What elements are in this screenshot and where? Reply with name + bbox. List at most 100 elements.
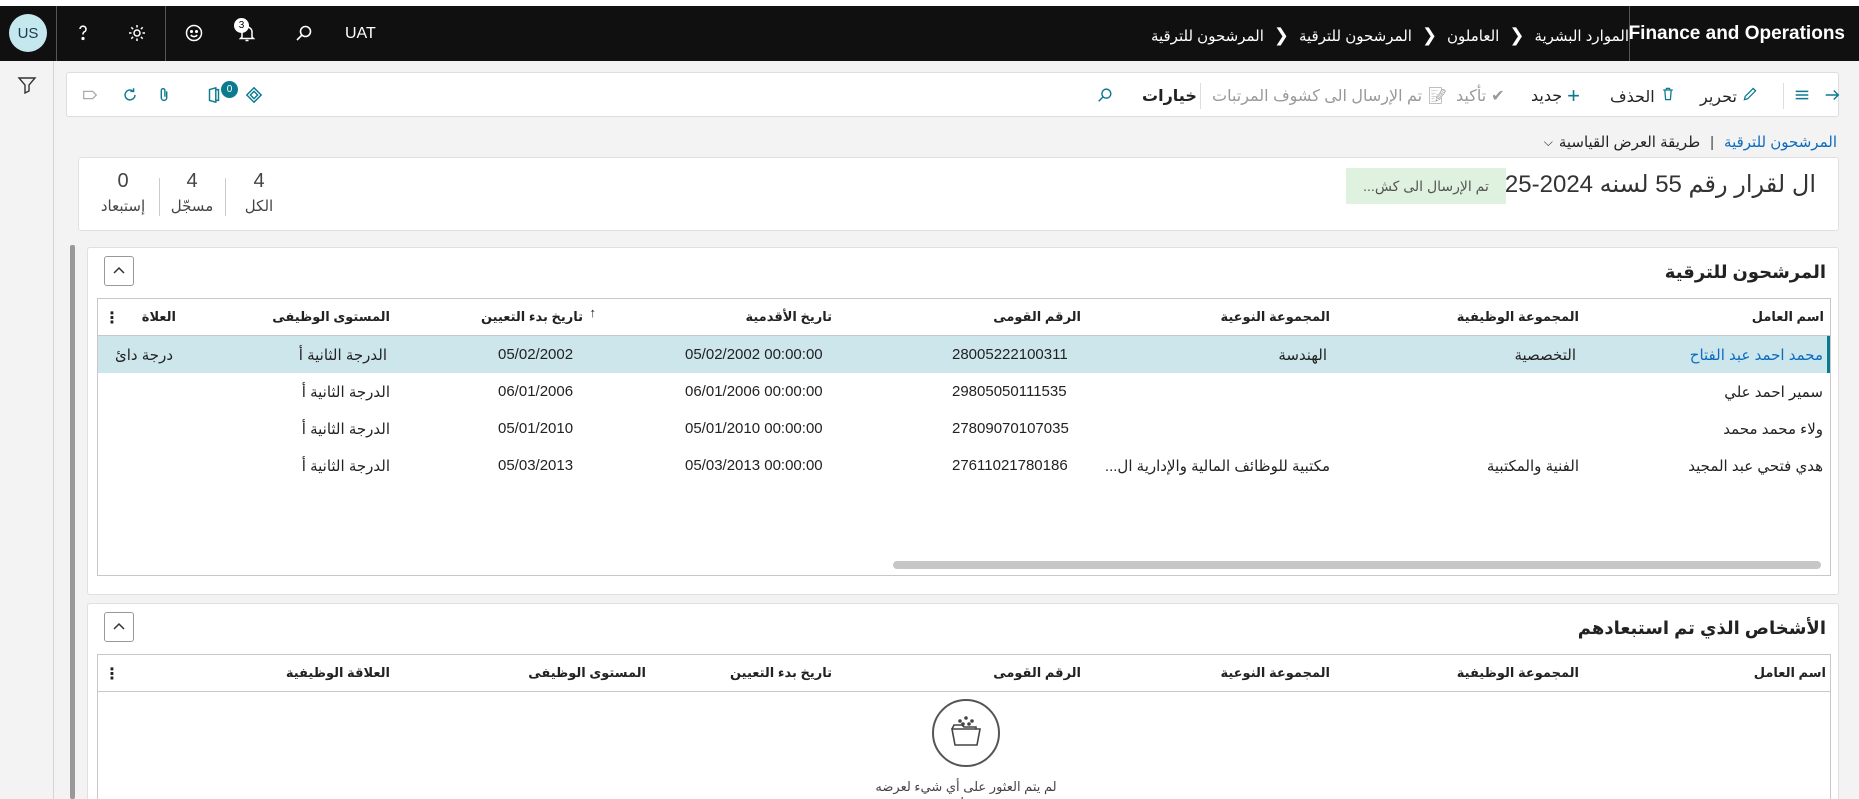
- column-options-icon[interactable]: ⋮: [104, 308, 120, 328]
- column-header-job-relation[interactable]: العلاقة الوظيفية: [286, 665, 390, 681]
- app-name[interactable]: Finance and Operations: [1629, 23, 1845, 45]
- kpi-label: مسجّل: [170, 198, 214, 215]
- column-header-national-id[interactable]: الرقم القومى: [993, 665, 1081, 681]
- column-header-job-group[interactable]: المجموعة الوظيفية: [1457, 665, 1579, 681]
- breadcrumb-item[interactable]: المرشحون للترقية: [1151, 27, 1264, 45]
- divider: [1200, 83, 1201, 109]
- table-row[interactable]: محمد احمد عبد الفتاح التخصصية الهندسة 28…: [98, 336, 1830, 373]
- options-button[interactable]: خيارات: [1142, 86, 1197, 106]
- divider: [1783, 83, 1784, 109]
- chevron-left-icon: ❮: [1509, 25, 1525, 45]
- breadcrumb-item[interactable]: المرشحون للترقية: [1299, 27, 1412, 45]
- trash-icon: [1660, 86, 1676, 107]
- kpi-registered[interactable]: 4 مسجّل: [162, 170, 222, 215]
- edit-label: تحرير: [1700, 88, 1737, 106]
- page-link[interactable]: المرشحون للترقية: [1724, 133, 1837, 151]
- candidates-section: المرشحون للترقية اسم العامل المجموعة الو…: [87, 247, 1839, 595]
- table-row[interactable]: ولاء محمد محمد 27809070107035 05/01/2010…: [98, 410, 1830, 447]
- column-header-type-group[interactable]: المجموعة النوعية: [1220, 665, 1330, 681]
- column-header-national-id[interactable]: الرقم القومى: [993, 309, 1081, 325]
- cell-worker-name[interactable]: ولاء محمد محمد: [1723, 420, 1823, 438]
- feedback-smiley-icon[interactable]: [179, 18, 209, 48]
- cell-job-group: الفنية والمكتبية: [1486, 458, 1579, 475]
- kpi-excluded[interactable]: 0 إستبعاد: [93, 170, 153, 215]
- hamburger-menu-icon[interactable]: [1791, 84, 1813, 106]
- view-selector[interactable]: طريقة العرض القياسية ⌵: [1544, 133, 1700, 151]
- column-options-icon[interactable]: ⋮: [104, 664, 120, 684]
- cell-national-id: 27809070107035: [952, 420, 1069, 437]
- column-header-job-level[interactable]: المستوى الوظيفى: [528, 665, 646, 681]
- column-header-worker-name[interactable]: اسم العامل: [1752, 309, 1824, 325]
- confirm-button[interactable]: ✔ تأكيد: [1456, 86, 1505, 106]
- pencil-icon: [1742, 86, 1758, 107]
- cell-job-group: التخصصية: [1514, 347, 1576, 364]
- search-icon[interactable]: [1094, 84, 1116, 106]
- refresh-icon[interactable]: [119, 84, 141, 106]
- column-header-job-level[interactable]: المستوى الوظيفى: [272, 309, 390, 325]
- cell-national-id: 27611021780186: [952, 457, 1068, 474]
- collapse-button[interactable]: [104, 612, 134, 642]
- settings-gear-icon[interactable]: [122, 18, 152, 48]
- edit-button[interactable]: تحرير: [1700, 86, 1758, 107]
- cell-worker-name[interactable]: سمير احمد علي: [1724, 383, 1823, 401]
- grid-header: اسم العامل المجموعة الوظيفية المجموعة ال…: [98, 655, 1830, 692]
- office-icon[interactable]: [203, 84, 225, 106]
- breadcrumb-item[interactable]: الموارد البشرية: [1534, 27, 1629, 45]
- empty-folder-icon: [932, 699, 1000, 767]
- help-icon[interactable]: [68, 18, 98, 48]
- left-nav-rail: [0, 61, 54, 799]
- column-header-job-group[interactable]: المجموعة الوظيفية: [1457, 309, 1579, 325]
- kpi-value: 0: [117, 170, 129, 192]
- grid-header: اسم العامل المجموعة الوظيفية المجموعة ال…: [98, 299, 1830, 336]
- sent-to-payroll-button[interactable]: 📝︎ تم الإرسال الى كشوف المرتبات: [1212, 86, 1447, 106]
- breadcrumb-item[interactable]: العاملون: [1447, 27, 1499, 45]
- cell-type-group: مكتبية للوظائف المالية والإدارية ال...: [1104, 458, 1330, 475]
- cell-hire-start-date: 05/03/2013: [498, 457, 574, 474]
- confirm-label: تأكيد: [1456, 88, 1487, 105]
- vertical-scrollbar[interactable]: [70, 245, 75, 799]
- arrow-right-icon[interactable]: [1821, 84, 1843, 106]
- breadcrumb: الموارد البشرية ❮ العاملون ❮ المرشحون لل…: [1151, 25, 1629, 46]
- column-header-worker-name[interactable]: اسم العامل: [1754, 665, 1826, 681]
- chevron-down-icon: ⌵: [1543, 134, 1553, 149]
- new-button[interactable]: + جديد: [1531, 85, 1580, 107]
- cell-worker-name[interactable]: محمد احمد عبد الفتاح: [1690, 346, 1823, 364]
- column-header-relation[interactable]: العلاة: [142, 309, 176, 325]
- cell-national-id: 29805050111535: [952, 383, 1067, 400]
- chevron-up-icon: [113, 266, 125, 274]
- cell-hire-start-date: 06/01/2006: [498, 383, 574, 400]
- chevron-left-icon: ❮: [1421, 25, 1438, 45]
- horizontal-scrollbar[interactable]: [893, 561, 1821, 569]
- document-edit-icon: 📝︎: [1427, 88, 1448, 105]
- delete-label: الحذف: [1610, 88, 1655, 106]
- delete-button[interactable]: الحذف: [1610, 86, 1676, 107]
- cell-job-level: الدرجة الثانية أ: [301, 458, 390, 475]
- cell-hire-start-date: 05/01/2010: [498, 420, 574, 437]
- excluded-section: الأشخاص الذي تم استبعادهم اسم العامل الم…: [87, 603, 1839, 799]
- options-label: خيارات: [1142, 88, 1197, 105]
- column-header-hire-start-date[interactable]: تاريخ بدء التعيين: [730, 665, 832, 681]
- tag-icon[interactable]: [79, 84, 101, 106]
- kpi-all[interactable]: 4 الكل: [229, 170, 289, 215]
- table-row[interactable]: هدي فتحي عبد المجيد الفنية والمكتبية مكت…: [98, 447, 1830, 484]
- kpi-label: إستبعاد: [100, 198, 146, 215]
- cell-seniority-date: 06/01/2006 00:00:00: [685, 383, 823, 400]
- search-icon[interactable]: [289, 18, 319, 48]
- user-avatar[interactable]: US: [9, 14, 47, 52]
- column-header-hire-start-date[interactable]: تاريخ بدء التعيين: [481, 309, 583, 325]
- environment-label[interactable]: UAT: [345, 25, 376, 43]
- action-pane: 0 خيارات 📝︎ تم الإرسال الى كشوف المرتبات…: [66, 72, 1840, 117]
- cell-type-group: الهندسة: [1278, 347, 1327, 364]
- notifications-count-badge: 3: [234, 18, 249, 33]
- empty-state-message: لم يتم العثور على أي شيء لعرضه هنا.: [875, 779, 1057, 799]
- column-header-type-group[interactable]: المجموعة النوعية: [1220, 309, 1330, 325]
- kpi-value: 4: [253, 170, 265, 192]
- cell-worker-name[interactable]: هدي فتحي عبد المجيد: [1688, 457, 1823, 475]
- column-header-seniority-date[interactable]: تاريخ الأقدمية: [745, 309, 832, 325]
- attachment-icon[interactable]: [153, 84, 175, 106]
- collapse-button[interactable]: [104, 256, 134, 286]
- power-apps-icon[interactable]: [243, 84, 265, 106]
- filter-icon[interactable]: [17, 75, 37, 95]
- table-row[interactable]: سمير احمد علي 29805050111535 06/01/2006 …: [98, 373, 1830, 410]
- chevron-up-icon: [113, 622, 125, 630]
